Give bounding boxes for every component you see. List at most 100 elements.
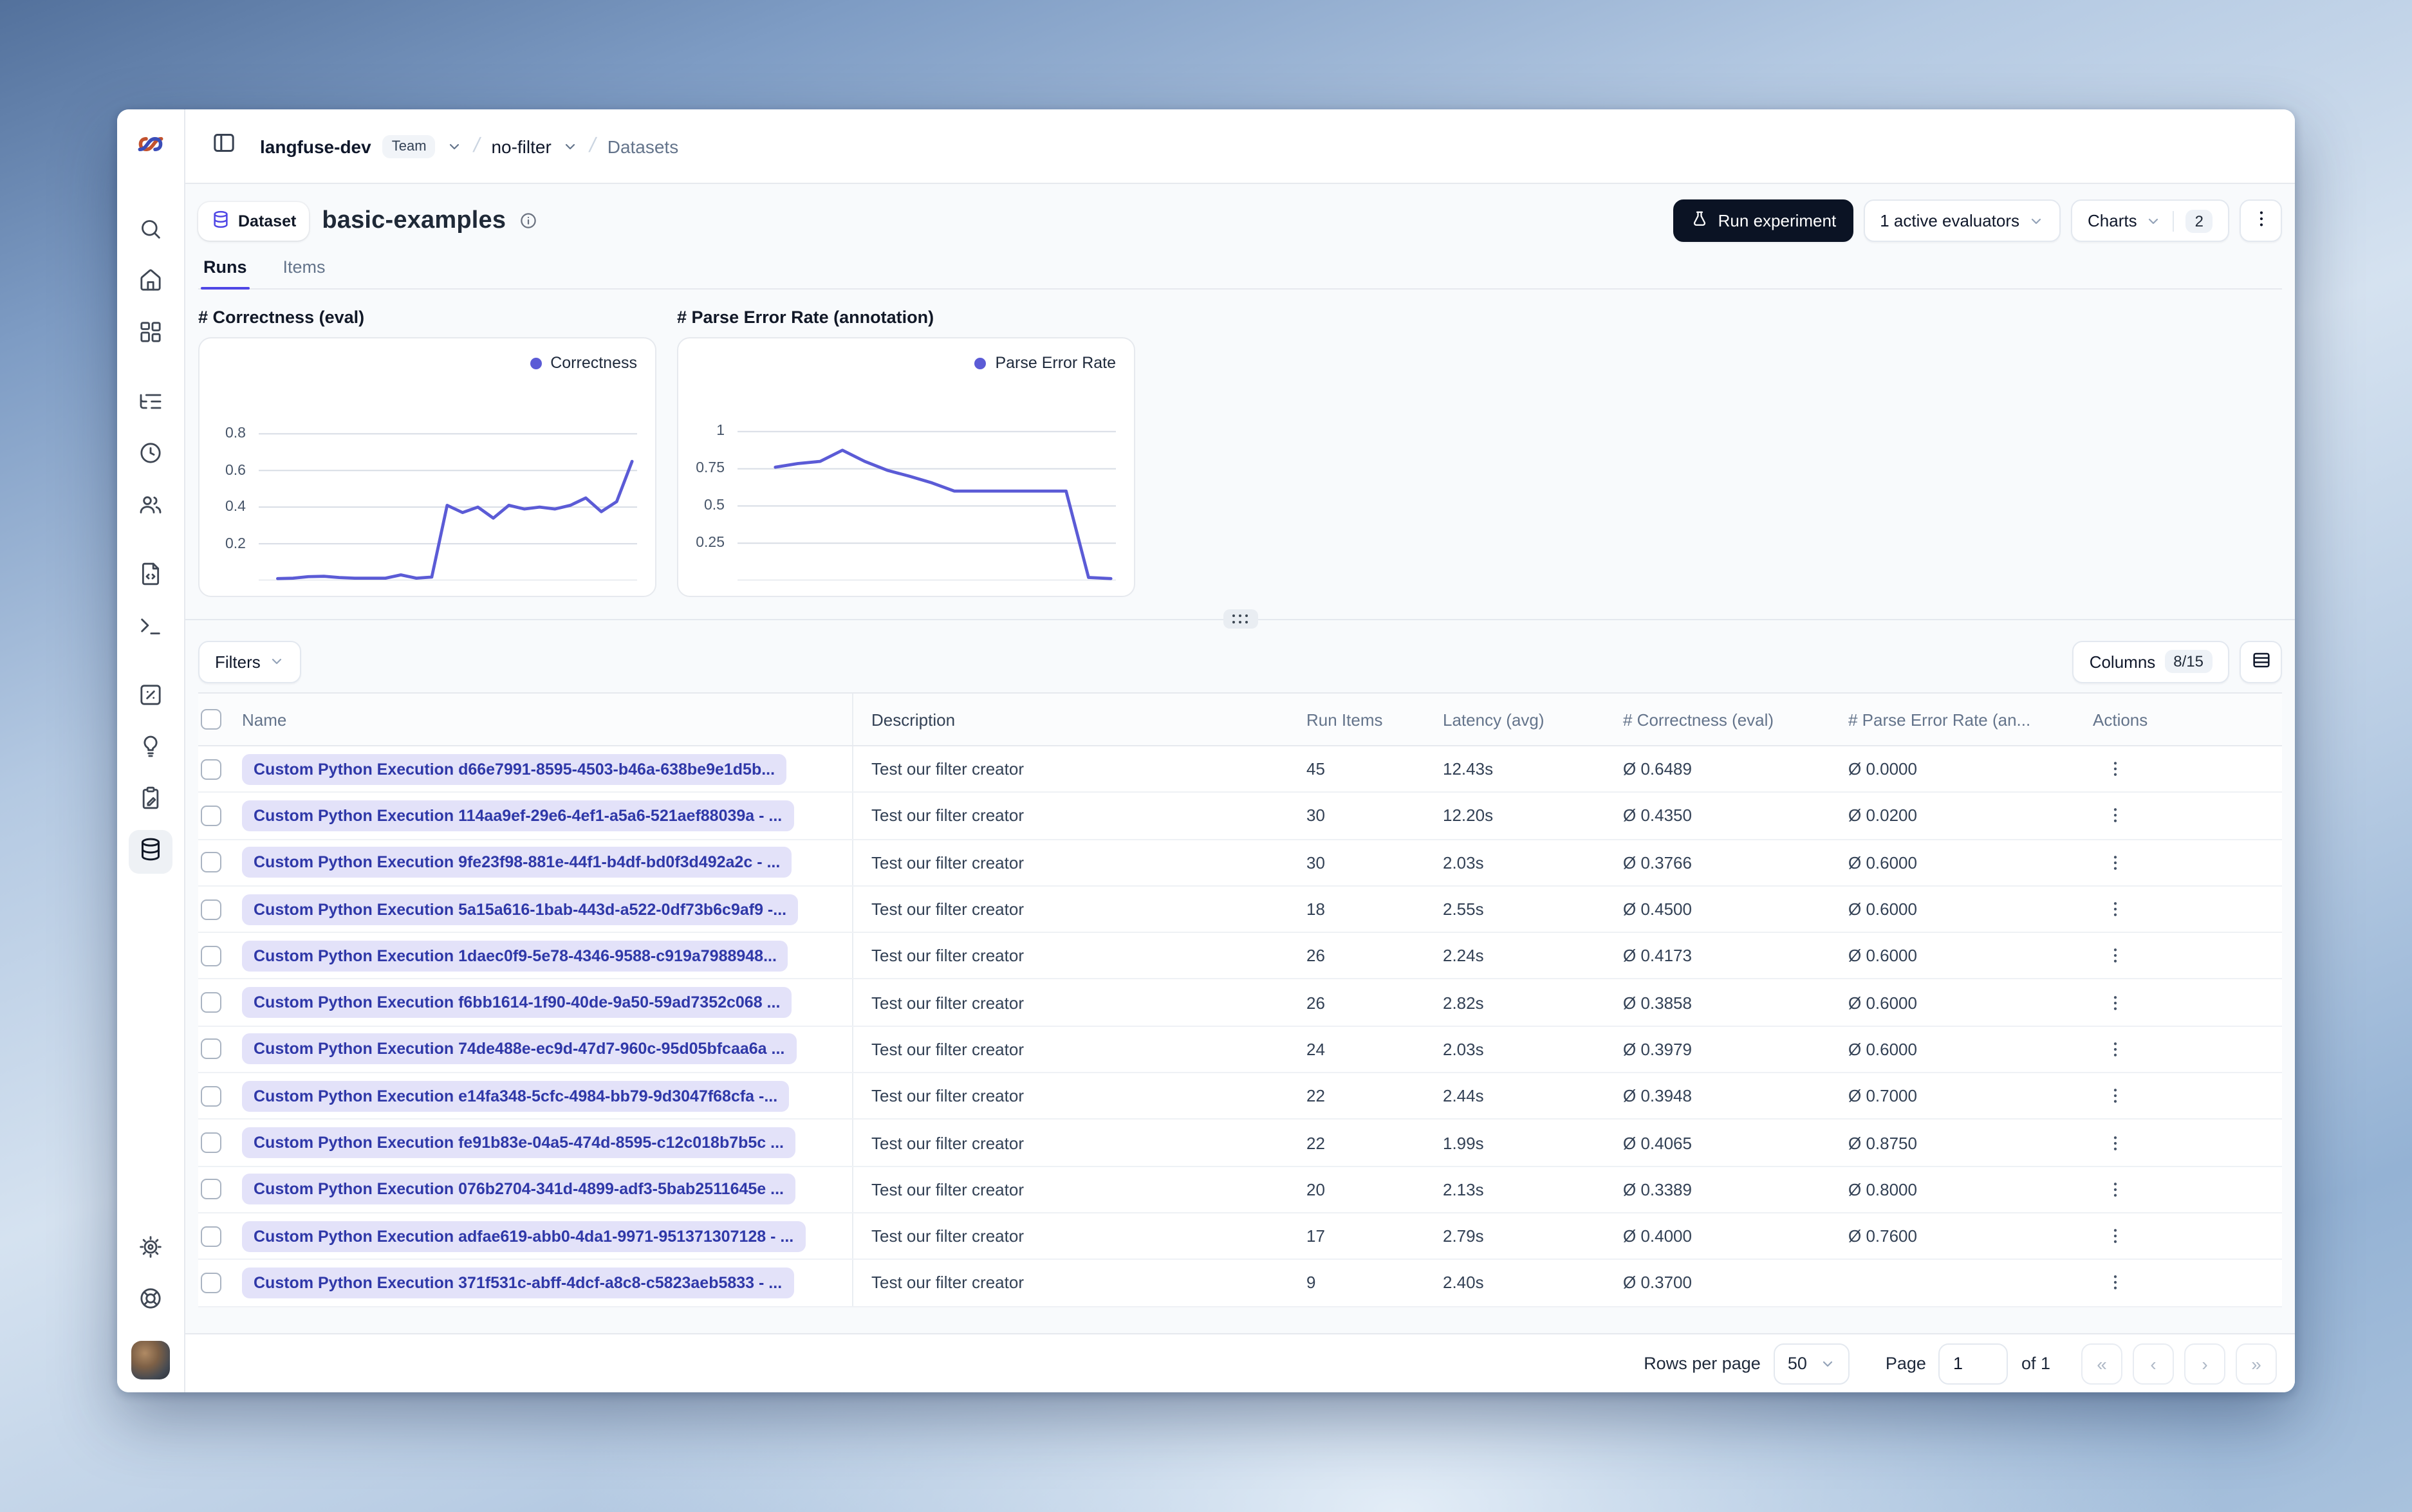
sidebar-item-logo[interactable] [117,109,184,184]
row-checkbox[interactable] [201,1085,221,1107]
select-all-checkbox[interactable] [201,709,221,730]
row-checkbox[interactable] [201,899,221,920]
row-actions-button[interactable] [2098,1126,2131,1159]
run-experiment-button[interactable]: Run experiment [1673,199,1853,242]
run-name-link[interactable]: Custom Python Execution 114aa9ef-29e6-4e… [242,800,794,831]
run-name-link[interactable]: Custom Python Execution e14fa348-5cfc-49… [242,1080,790,1112]
sidebar-item-home[interactable] [129,261,172,305]
row-actions-button[interactable] [2098,1079,2131,1112]
run-name-link[interactable]: Custom Python Execution 371f531c-abff-4d… [242,1267,794,1298]
page-number-input[interactable] [1938,1343,2008,1384]
row-actions-button[interactable] [2098,752,2131,786]
tab-runs[interactable]: Runs [201,257,250,290]
user-avatar[interactable] [131,1341,170,1379]
column-header-run-items[interactable]: Run Items [1306,710,1443,729]
sidebar-item-sessions[interactable] [129,434,172,477]
row-actions-button[interactable] [2098,1266,2131,1300]
run-name-link[interactable]: Custom Python Execution 5a15a616-1bab-44… [242,894,799,925]
database-icon [211,209,230,232]
active-evaluators-dropdown[interactable]: 1 active evaluators [1863,199,2061,242]
run-name-link[interactable]: Custom Python Execution d66e7991-8595-45… [242,753,787,785]
row-checkbox[interactable] [201,1272,221,1293]
tab-items[interactable]: Items [281,257,328,288]
row-checkbox[interactable] [201,992,221,1013]
sidebar [117,109,185,1392]
column-header-name[interactable]: Name [242,694,853,745]
last-page-button[interactable]: » [2236,1343,2277,1384]
sidebar-item-settings[interactable] [129,1228,172,1271]
sidebar-item-dashboards[interactable] [129,313,172,356]
run-description: Test our filter creator [871,1133,1024,1153]
row-actions-button[interactable] [2098,986,2131,1019]
run-name-link[interactable]: Custom Python Execution 076b2704-341d-48… [242,1174,795,1205]
sidebar-item-prompts[interactable] [129,555,172,598]
row-actions-button[interactable] [2098,892,2131,926]
more-actions-button[interactable] [2240,199,2282,242]
table-row: Custom Python Execution fe91b83e-04a5-47… [198,1120,2282,1167]
chevron-down-icon [270,654,285,669]
row-checkbox[interactable] [201,1226,221,1247]
column-header-latency[interactable]: Latency (avg) [1443,710,1623,729]
filters-button[interactable]: Filters [198,640,302,683]
run-name-link[interactable]: Custom Python Execution adfae619-abb0-4d… [242,1221,806,1252]
correctness-value: Ø 0.6489 [1623,759,1692,779]
row-actions-button[interactable] [2098,799,2131,833]
row-actions-button[interactable] [2098,939,2131,973]
chevron-down-icon [1820,1356,1835,1371]
row-actions-button[interactable] [2098,1173,2131,1206]
run-name-link[interactable]: Custom Python Execution 1daec0f9-5e78-43… [242,940,788,972]
latency-value: 2.79s [1443,1226,1484,1246]
charts-dropdown[interactable]: Charts 2 [2071,199,2229,242]
row-actions-button[interactable] [2098,845,2131,879]
breadcrumb-project[interactable]: no-filter [491,136,551,156]
sidebar-item-datasets[interactable] [129,830,172,874]
sidebar-item-tracing[interactable] [129,382,172,426]
drag-handle[interactable] [1223,609,1257,629]
page-content: Dataset basic-examples Run experiment 1 … [185,184,2295,1392]
chevron-down-icon[interactable] [447,138,463,154]
column-header-description[interactable]: Description [853,710,1306,729]
sidebar-item-insights[interactable] [129,727,172,771]
sidebar-item-support[interactable] [129,1279,172,1323]
parse-error-value: Ø 0.0200 [1848,806,1917,825]
table-rows-icon [2250,649,2271,674]
run-name-link[interactable]: Custom Python Execution fe91b83e-04a5-47… [242,1127,795,1159]
sidebar-toggle-button[interactable] [206,128,242,164]
row-height-button[interactable] [2240,640,2282,683]
sidebar-item-evaluators[interactable] [129,676,172,719]
next-page-button[interactable]: › [2184,1343,2225,1384]
row-checkbox[interactable] [201,1132,221,1154]
chevron-down-icon[interactable] [563,138,579,154]
latency-value: 2.13s [1443,1179,1484,1199]
row-checkbox[interactable] [201,945,221,966]
run-items-value: 30 [1306,853,1325,872]
run-description: Test our filter creator [871,899,1024,919]
row-checkbox[interactable] [201,805,221,826]
sidebar-item-users[interactable] [129,485,172,529]
info-icon[interactable] [519,211,538,230]
chart-legend: Correctness [530,354,637,372]
sidebar-item-search[interactable] [129,210,172,254]
row-actions-button[interactable] [2098,1219,2131,1253]
columns-button[interactable]: Columns 8/15 [2072,640,2229,683]
correctness-value: Ø 0.3858 [1623,993,1692,1013]
rows-per-page-select[interactable]: 50 [1773,1343,1850,1384]
tree-list-icon [138,388,163,420]
row-checkbox[interactable] [201,1038,221,1060]
run-name-link[interactable]: Custom Python Execution f6bb1614-1f90-40… [242,987,792,1019]
row-checkbox[interactable] [201,1179,221,1200]
sidebar-item-playground[interactable] [129,606,172,650]
breadcrumb-org[interactable]: langfuse-dev [260,136,371,156]
column-header-correctness[interactable]: # Correctness (eval) [1623,710,1848,729]
desktop-background: langfuse-dev Team / no-filter / Datasets [0,0,2412,1512]
run-name-link[interactable]: Custom Python Execution 74de488e-ec9d-47… [242,1033,797,1065]
run-name-link[interactable]: Custom Python Execution 9fe23f98-881e-44… [242,847,792,878]
prev-page-button[interactable]: ‹ [2133,1343,2174,1384]
sidebar-item-annotation[interactable] [129,779,172,822]
first-page-button[interactable]: « [2081,1343,2122,1384]
breadcrumb-section[interactable]: Datasets [608,136,679,156]
column-header-parse-error[interactable]: # Parse Error Rate (an... [1848,710,2093,729]
row-checkbox[interactable] [201,852,221,873]
row-checkbox[interactable] [201,759,221,780]
row-actions-button[interactable] [2098,1033,2131,1066]
